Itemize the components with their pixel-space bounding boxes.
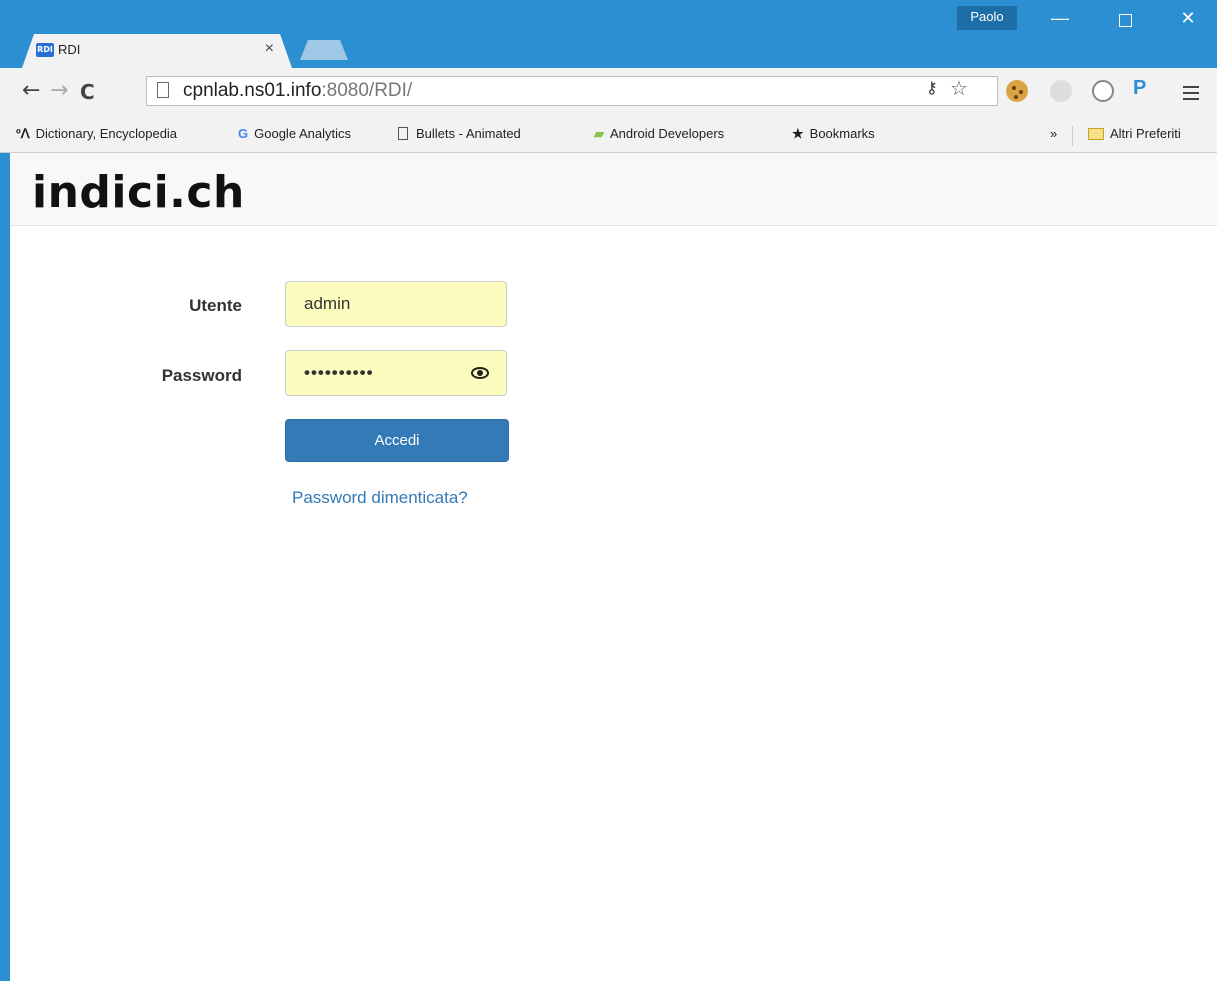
page-header: indici.ch <box>10 153 1217 226</box>
tab-title: RDI <box>58 42 81 57</box>
bookmark-google-analytics[interactable]: G Google Analytics <box>238 126 351 141</box>
browser-tab-rdi[interactable]: RDI RDI × <box>22 34 292 68</box>
url-host: cpnlab.ns01.info <box>183 80 322 101</box>
bookmarks-overflow-button[interactable]: » <box>1050 126 1057 141</box>
bookmarks-bar: ºᐱ Dictionary, Encyclopedia G Google Analy… <box>0 120 1217 153</box>
page-icon <box>398 127 408 140</box>
tab-favicon-icon: RDI <box>36 43 54 57</box>
tab-close-icon[interactable]: × <box>265 40 274 58</box>
reload-icon[interactable]: C <box>80 80 95 104</box>
dictionary-icon: ºᐱ <box>16 126 30 141</box>
p-extension-icon[interactable]: P <box>1133 77 1146 100</box>
compass-extension-icon[interactable] <box>1092 80 1114 102</box>
bookmark-bookmarks[interactable]: ★ Bookmarks <box>792 126 875 142</box>
close-window-button[interactable]: ✕ <box>1168 8 1208 29</box>
bookmarks-divider <box>1072 126 1073 146</box>
bookmark-dictionary[interactable]: ºᐱ Dictionary, Encyclopedia <box>16 126 226 142</box>
show-password-icon[interactable] <box>471 364 489 382</box>
star-icon: ★ <box>792 126 804 141</box>
url-path: :8080/RDI/ <box>321 80 413 101</box>
bookmark-android-developers[interactable]: ▰ Android Developers <box>594 126 724 142</box>
profile-button[interactable]: Paolo <box>957 6 1017 30</box>
menu-icon[interactable] <box>1183 86 1199 104</box>
address-url[interactable]: cpnlab.ns01.info:8080/RDI/ <box>183 80 412 102</box>
browser-titlebar: RDI RDI × Paolo — ✕ <box>0 0 1217 68</box>
page-content: indici.ch Utente Password Accedi Passwor… <box>10 153 1217 981</box>
bookmark-bullets[interactable]: Bullets - Animated <box>398 126 521 141</box>
maximize-icon <box>1118 14 1132 27</box>
minimize-button[interactable]: — <box>1040 8 1080 29</box>
password-label: Password <box>161 366 242 385</box>
forgot-password-link[interactable]: Password dimenticata? <box>292 488 468 508</box>
login-button[interactable]: Accedi <box>285 419 509 462</box>
forward-arrow-icon[interactable]: → <box>50 78 68 103</box>
back-arrow-icon[interactable]: ← <box>22 78 40 103</box>
address-bar[interactable]: cpnlab.ns01.info:8080/RDI/ <box>146 76 998 106</box>
cookie-extension-icon[interactable] <box>1006 80 1028 102</box>
brand-logo[interactable]: indici.ch <box>32 167 245 218</box>
page-icon <box>157 82 169 98</box>
username-input[interactable] <box>285 281 507 327</box>
username-label: Utente <box>189 296 242 315</box>
browser-toolbar: ← → C cpnlab.ns01.info:8080/RDI/ <box>0 68 1217 120</box>
extension-icon[interactable] <box>1050 80 1072 102</box>
folder-icon <box>1088 128 1104 140</box>
key-icon[interactable]: ⚷ <box>926 78 938 98</box>
maximize-button[interactable] <box>1105 8 1145 32</box>
bookmark-star-icon[interactable]: ☆ <box>950 76 968 101</box>
other-bookmarks-folder[interactable]: Altri Preferiti <box>1088 126 1181 141</box>
new-tab-button[interactable] <box>300 40 348 60</box>
android-icon: ▰ <box>594 126 604 141</box>
google-icon: G <box>238 126 249 141</box>
